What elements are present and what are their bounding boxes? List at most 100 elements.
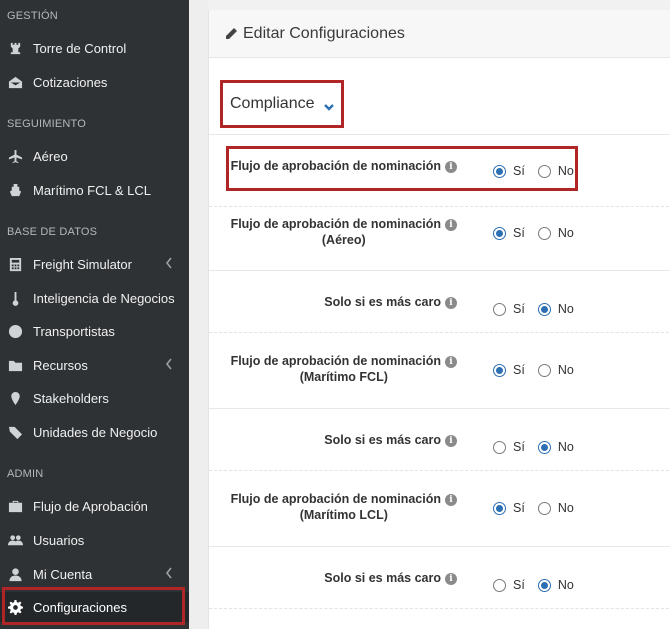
users-icon [7,532,23,548]
radio-yes[interactable]: Sí [493,440,525,454]
radio-dot[interactable] [493,440,506,454]
setting-label: Flujo de aprobación de nominación i (Marít… [231,491,457,523]
sidebar-item-maritimo[interactable]: Marítimo FCL & LCL [0,175,189,205]
chevron-left-icon [165,567,175,581]
info-icon[interactable]: i [445,435,457,447]
pencil-icon [224,27,238,41]
radio-dot[interactable] [537,578,551,592]
sidebar-item-torre-de-control[interactable]: Torre de Control [0,33,189,63]
sidebar-item-label: Marítimo FCL & LCL [33,182,151,198]
globe-icon [7,323,23,339]
sidebar-item-aereo[interactable]: Aéreo [0,141,189,171]
radio-yes[interactable]: Sí [493,363,525,377]
sidebar-item-label: Unidades de Negocio [33,424,158,440]
sidebar-item-label: Transportistas [33,323,115,339]
radio-group: Sí No [493,440,587,454]
chevron-down-icon [323,99,335,111]
sidebar-item-freight-simulator[interactable]: Freight Simulator [0,249,189,279]
info-icon[interactable]: i [445,573,457,585]
briefcase-icon [7,498,23,514]
setting-label: Solo si es más caro i [324,294,457,310]
panel-title: Editar Configuraciones [243,24,405,42]
radio-no[interactable]: No [537,226,574,240]
panel-header: Editar Configuraciones [209,10,670,58]
info-icon[interactable]: i [445,219,457,231]
gear-icon [7,599,23,615]
info-icon[interactable]: i [445,297,457,309]
radio-no[interactable]: No [537,164,574,178]
setting-label: Solo si es más caro i [324,570,457,586]
sidebar-item-cotizaciones[interactable]: Cotizaciones [0,67,189,97]
dropdown-value: Compliance [230,95,315,112]
info-icon[interactable]: i [445,356,457,368]
thermometer-icon [7,290,23,306]
plane-icon [7,148,23,164]
map-pin-icon [7,390,23,406]
sidebar-item-recursos[interactable]: Recursos [0,350,189,380]
radio-group: Sí No [493,578,587,592]
settings-panel: Editar Configuraciones Compliance Flujo … [208,10,670,629]
radio-yes[interactable]: Sí [493,302,525,316]
info-icon[interactable]: i [445,161,457,173]
category-dropdown[interactable]: Compliance [220,80,344,128]
radio-no[interactable]: No [537,501,574,515]
radio-dot[interactable] [493,226,506,240]
radio-no[interactable]: No [537,578,574,592]
ship-icon [7,182,23,198]
radio-dot[interactable] [537,226,551,240]
radio-dot[interactable] [493,164,506,178]
sidebar-item-unidades-de-negocio[interactable]: Unidades de Negocio [0,417,189,447]
radio-yes[interactable]: Sí [493,501,525,515]
radio-dot[interactable] [493,363,506,377]
radio-group: Sí No [493,226,587,240]
sidebar-item-stakeholders[interactable]: Stakeholders [0,383,189,413]
divider [209,546,670,547]
radio-dot[interactable] [537,302,551,316]
radio-dot[interactable] [537,501,551,515]
radio-dot[interactable] [537,363,551,377]
sidebar-item-mi-cuenta[interactable]: Mi Cuenta [0,559,189,589]
sidebar-item-label: Freight Simulator [33,256,132,272]
divider [209,470,670,471]
chevron-left-icon [165,358,175,372]
radio-dot[interactable] [493,302,506,316]
sidebar-item-label: Torre de Control [33,40,127,56]
info-icon[interactable]: i [445,494,457,506]
radio-dot[interactable] [493,578,506,592]
radio-group: Sí No [493,302,587,316]
divider [209,608,670,609]
section-admin: ADMIN [7,468,44,480]
radio-yes[interactable]: Sí [493,226,525,240]
folder-icon [7,357,23,373]
section-gestion: GESTIÓN [7,10,58,22]
sidebar-item-flujo-de-aprobacion[interactable]: Flujo de Aprobación [0,491,189,521]
sidebar-item-configuraciones[interactable]: Configuraciones [0,592,189,622]
radio-no[interactable]: No [537,363,574,377]
sidebar-item-label: Usuarios [33,532,85,548]
divider [209,332,670,333]
radio-no[interactable]: No [537,440,574,454]
sidebar-item-label: Recursos [33,357,88,373]
radio-yes[interactable]: Sí [493,578,525,592]
sidebar-item-inteligencia-de-negocios[interactable]: Inteligencia de Negocios [0,283,189,313]
radio-dot[interactable] [537,164,551,178]
sidebar-item-transportistas[interactable]: Transportistas [0,316,189,346]
radio-dot[interactable] [537,440,551,454]
radio-no[interactable]: No [537,302,574,316]
divider [209,408,670,409]
calculator-icon [7,256,23,272]
radio-yes[interactable]: Sí [493,164,525,178]
chevron-left-icon [165,257,175,271]
divider [209,206,670,207]
divider [209,270,670,271]
setting-label: Flujo de aprobación de nominación i [231,158,457,174]
sidebar-item-usuarios[interactable]: Usuarios [0,525,189,555]
content-gutter [189,0,208,629]
setting-label: Flujo de aprobación de nominación i (Aéreo… [231,216,457,248]
radio-dot[interactable] [493,501,506,515]
radio-group: Sí No [493,164,587,178]
sidebar-item-label: Mi Cuenta [33,566,93,582]
setting-label: Flujo de aprobación de nominación i (Marít… [231,353,457,385]
radio-group: Sí No [493,501,587,515]
chess-rook-icon [7,40,23,56]
